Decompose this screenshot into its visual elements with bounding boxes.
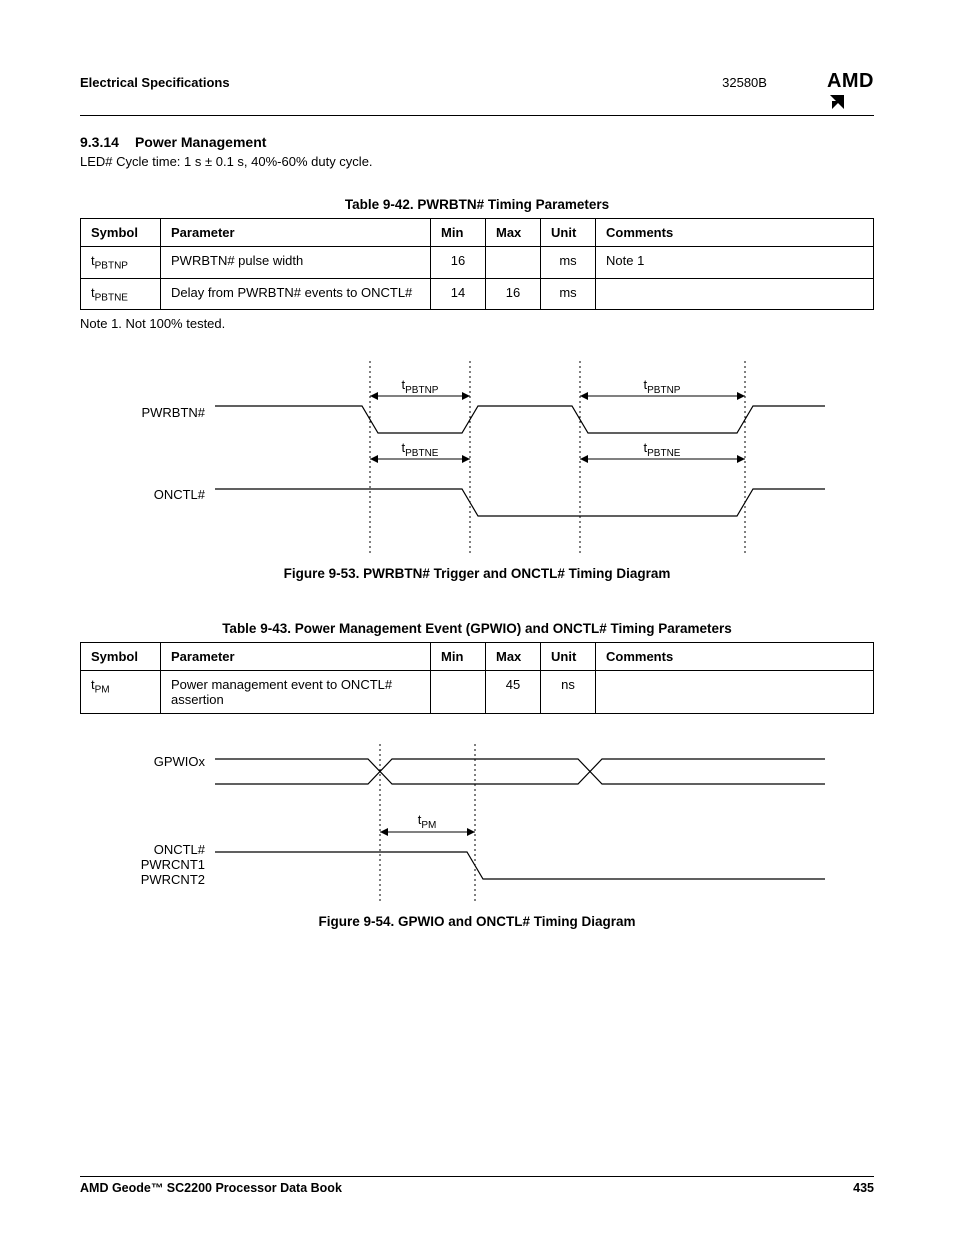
table-42: Symbol Parameter Min Max Unit Comments t… bbox=[80, 218, 874, 310]
table-42-title: Table 9-42. PWRBTN# Timing Parameters bbox=[80, 197, 874, 212]
cell-symbol: tPBTNP bbox=[81, 247, 161, 279]
cell-param: Power management event to ONCTL# asserti… bbox=[161, 671, 431, 714]
figure-53-diagram: PWRBTN# tPBTNP tPBTNP tPBTNE bbox=[80, 361, 874, 556]
cell-symbol: tPM bbox=[81, 671, 161, 714]
table-row: tPBTNE Delay from PWRBTN# events to ONCT… bbox=[81, 278, 874, 310]
cell-min bbox=[431, 671, 486, 714]
cell-param: Delay from PWRBTN# events to ONCTL# bbox=[161, 278, 431, 310]
svg-text:tPBTNP: tPBTNP bbox=[644, 377, 681, 396]
table-43: Symbol Parameter Min Max Unit Comments t… bbox=[80, 642, 874, 714]
cell-unit: ns bbox=[541, 671, 596, 714]
cell-comm bbox=[596, 278, 874, 310]
cell-max bbox=[486, 247, 541, 279]
cell-param: PWRBTN# pulse width bbox=[161, 247, 431, 279]
svg-text:tPM: tPM bbox=[418, 812, 437, 831]
section-title: Power Management bbox=[135, 134, 266, 150]
th-unit: Unit bbox=[541, 219, 596, 247]
section-body: LED# Cycle time: 1 s ± 0.1 s, 40%-60% du… bbox=[80, 154, 874, 169]
th-max: Max bbox=[486, 219, 541, 247]
header-docnum: 32580B bbox=[722, 75, 767, 90]
page: Electrical Specifications 32580B AMD 9.3… bbox=[0, 0, 954, 1235]
page-footer: AMD Geode™ SC2200 Processor Data Book 43… bbox=[80, 1176, 874, 1195]
section-heading: 9.3.14 Power Management bbox=[80, 134, 874, 150]
svg-text:PWRBTN#: PWRBTN# bbox=[141, 405, 205, 420]
th-comm: Comments bbox=[596, 219, 874, 247]
cell-symbol: tPBTNE bbox=[81, 278, 161, 310]
th-param: Parameter bbox=[161, 643, 431, 671]
amd-logo: AMD bbox=[827, 70, 874, 111]
th-min: Min bbox=[431, 219, 486, 247]
svg-text:tPBTNP: tPBTNP bbox=[402, 377, 439, 396]
th-min: Min bbox=[431, 643, 486, 671]
svg-text:PWRCNT2: PWRCNT2 bbox=[141, 872, 205, 887]
figure-54-caption: Figure 9-54. GPWIO and ONCTL# Timing Dia… bbox=[80, 914, 874, 929]
section-number: 9.3.14 bbox=[80, 134, 119, 150]
cell-max: 16 bbox=[486, 278, 541, 310]
cell-unit: ms bbox=[541, 278, 596, 310]
table-row: tPBTNP PWRBTN# pulse width 16 ms Note 1 bbox=[81, 247, 874, 279]
th-param: Parameter bbox=[161, 219, 431, 247]
th-symbol: Symbol bbox=[81, 219, 161, 247]
cell-comm: Note 1 bbox=[596, 247, 874, 279]
th-max: Max bbox=[486, 643, 541, 671]
table-42-note: Note 1. Not 100% tested. bbox=[80, 316, 874, 331]
figure-54-diagram: GPWIOx tPM ONCTL# PWRCNT1 PWRCNT2 bbox=[80, 744, 874, 904]
svg-text:tPBTNE: tPBTNE bbox=[402, 440, 439, 459]
footer-page: 435 bbox=[853, 1181, 874, 1195]
svg-text:GPWIOx: GPWIOx bbox=[154, 754, 206, 769]
header-section: Electrical Specifications bbox=[80, 75, 230, 90]
figure-53-caption: Figure 9-53. PWRBTN# Trigger and ONCTL# … bbox=[80, 566, 874, 581]
svg-text:ONCTL#: ONCTL# bbox=[154, 487, 206, 502]
cell-min: 16 bbox=[431, 247, 486, 279]
cell-min: 14 bbox=[431, 278, 486, 310]
table-row: tPM Power management event to ONCTL# ass… bbox=[81, 671, 874, 714]
th-comm: Comments bbox=[596, 643, 874, 671]
th-symbol: Symbol bbox=[81, 643, 161, 671]
svg-text:PWRCNT1: PWRCNT1 bbox=[141, 857, 205, 872]
svg-text:tPBTNE: tPBTNE bbox=[644, 440, 681, 459]
cell-comm bbox=[596, 671, 874, 714]
page-header: Electrical Specifications 32580B AMD bbox=[80, 70, 874, 116]
amd-arrow-icon bbox=[828, 93, 848, 111]
cell-max: 45 bbox=[486, 671, 541, 714]
table-row: Symbol Parameter Min Max Unit Comments bbox=[81, 219, 874, 247]
th-unit: Unit bbox=[541, 643, 596, 671]
svg-text:ONCTL#: ONCTL# bbox=[154, 842, 206, 857]
table-43-title: Table 9-43. Power Management Event (GPWI… bbox=[80, 621, 874, 636]
table-row: Symbol Parameter Min Max Unit Comments bbox=[81, 643, 874, 671]
cell-unit: ms bbox=[541, 247, 596, 279]
amd-logo-text: AMD bbox=[827, 70, 874, 92]
footer-left: AMD Geode™ SC2200 Processor Data Book bbox=[80, 1181, 342, 1195]
